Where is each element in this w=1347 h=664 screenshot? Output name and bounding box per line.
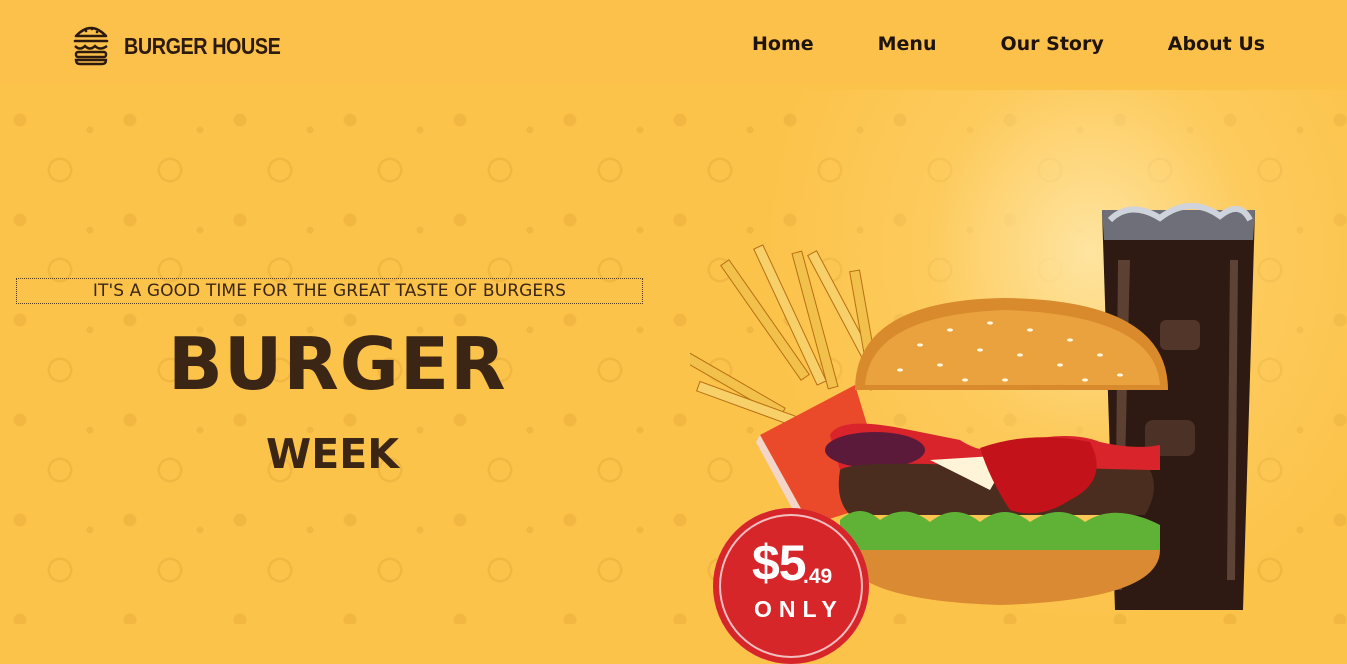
- burger-icon: [72, 22, 110, 70]
- site-header: BURGER HOUSE Home Menu Our Story About U…: [0, 0, 1347, 85]
- price-cents: .49: [803, 565, 833, 588]
- nav-home[interactable]: Home: [752, 33, 814, 55]
- nav-about-us[interactable]: About Us: [1168, 33, 1265, 55]
- price-main: $5: [752, 535, 807, 591]
- hero-subtitle: WEEK: [266, 430, 400, 478]
- brand-name: BURGER HOUSE: [124, 32, 281, 59]
- brand-logo[interactable]: BURGER HOUSE: [72, 22, 306, 70]
- price-only-label: ONLY: [754, 596, 844, 622]
- hero-tagline: IT'S A GOOD TIME FOR THE GREAT TASTE OF …: [16, 278, 643, 304]
- nav-our-story[interactable]: Our Story: [1001, 33, 1104, 55]
- hero-title: BURGER: [168, 322, 507, 406]
- main-nav: Home Menu Our Story About Us: [752, 33, 1265, 55]
- burger-illustration: [825, 298, 1168, 605]
- nav-menu[interactable]: Menu: [878, 33, 937, 55]
